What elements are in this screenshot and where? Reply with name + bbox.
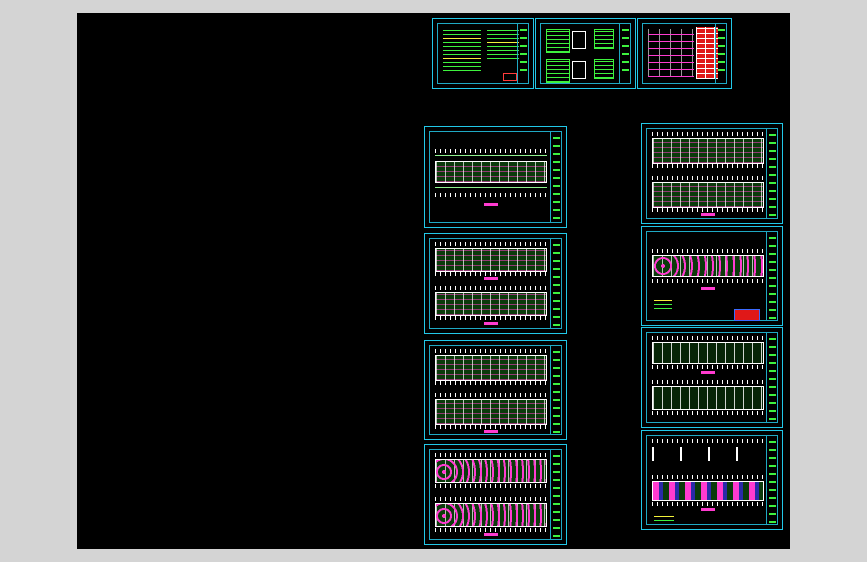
title-block [517, 23, 529, 84]
floor-plan-lower [435, 286, 547, 326]
floor-plan-upper [652, 336, 764, 376]
floor-plan-lower [435, 393, 547, 433]
riser-diagram [594, 29, 614, 49]
floor-plan-upper [652, 132, 764, 172]
notes-text-block [443, 27, 481, 74]
sheet-floor-plan-7[interactable] [641, 327, 783, 428]
riser-diagram [546, 59, 570, 83]
riser-diagram [572, 31, 586, 49]
floor-plan-upper [435, 242, 547, 280]
floor-plan [652, 475, 764, 511]
title-block [766, 128, 778, 219]
riser-diagram [594, 59, 614, 79]
sheet-system-diagram[interactable] [535, 18, 636, 89]
riser-diagram [546, 29, 570, 53]
floor-plan-upper [435, 453, 547, 493]
floor-plan [652, 249, 764, 293]
schematic-lines [648, 29, 694, 77]
title-block [766, 435, 778, 525]
title-block [619, 23, 631, 84]
title-block [766, 332, 778, 423]
title-block [550, 238, 562, 329]
notes-text-block-2 [487, 27, 519, 62]
sheet-floor-plan-1[interactable] [424, 126, 567, 228]
sheet-floor-plan-4[interactable] [424, 444, 567, 545]
notes-stamp [503, 73, 517, 81]
floor-plan-lower [435, 497, 547, 537]
legend-notes [654, 297, 672, 312]
title-block [550, 131, 562, 223]
sheet-floor-plan-3[interactable] [424, 340, 567, 440]
sheet-design-notes[interactable] [432, 18, 534, 89]
drawing-canvas[interactable] [77, 13, 790, 549]
legend-notes [654, 513, 674, 524]
title-block [766, 231, 778, 321]
floor-plan [435, 149, 547, 211]
sheet-floor-plan-5[interactable] [641, 123, 783, 224]
floor-plan-upper [435, 349, 547, 389]
elevation-grid [652, 439, 764, 469]
floor-plan-lower [652, 176, 764, 216]
title-block [715, 23, 727, 84]
legend-box [734, 309, 760, 321]
sheet-floor-plan-8[interactable] [641, 430, 783, 530]
title-block [550, 449, 562, 540]
sheet-floor-plan-6[interactable] [641, 226, 783, 326]
floor-plan-lower [652, 380, 764, 420]
title-block [550, 345, 562, 435]
sheet-equipment-table[interactable] [637, 18, 732, 89]
riser-diagram [572, 61, 586, 79]
sheet-floor-plan-2[interactable] [424, 233, 567, 334]
